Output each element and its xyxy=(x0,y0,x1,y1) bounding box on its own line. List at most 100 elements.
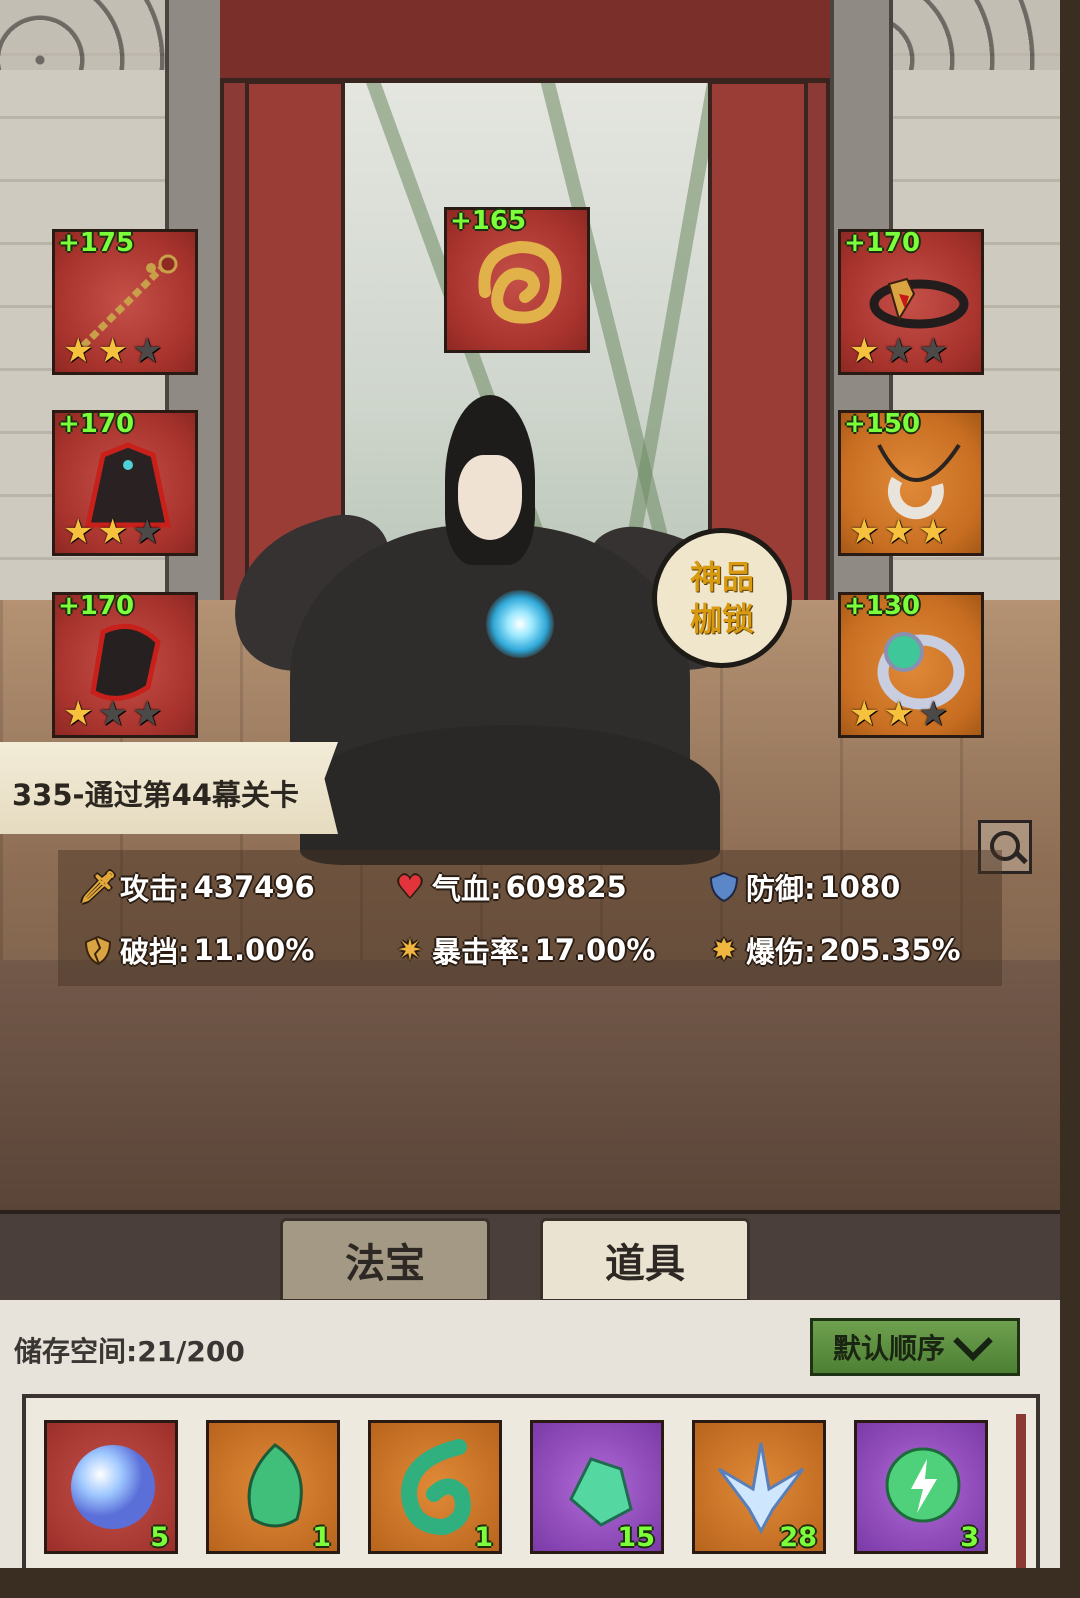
divine-lock-badge[interactable]: 神品 枷锁 xyxy=(652,528,792,668)
item-count: 28 xyxy=(779,1522,817,1553)
stat-defense: 防御: 1080 xyxy=(706,866,900,908)
equip-slot-armor[interactable]: +170 ★ ★ ★ xyxy=(52,409,198,556)
tab-items[interactable]: 道具 xyxy=(540,1218,750,1302)
star-filled-icon: ★ xyxy=(849,331,880,371)
star-filled-icon: ★ xyxy=(63,512,94,552)
equip-slot-necklace[interactable]: +150 ★ ★ ★ xyxy=(838,409,984,556)
star-filled-icon: ★ xyxy=(883,512,914,552)
inventory-item-jade-leaf[interactable]: 1 xyxy=(206,1420,340,1554)
star-rating: ★ ★ ★ xyxy=(849,513,948,551)
equip-bonus: +170 xyxy=(844,228,921,258)
golden-swirl-icon xyxy=(478,240,562,324)
item-count: 5 xyxy=(150,1522,169,1553)
green-crystal-icon xyxy=(569,1457,633,1527)
equip-slot-boots[interactable]: +170 ★ ★ ★ xyxy=(52,591,198,738)
equip-slot-weapon[interactable]: +175 ★ ★ ★ xyxy=(52,228,198,375)
equip-bonus: +170 xyxy=(58,591,135,621)
star-rating: ★ ★ ★ xyxy=(849,695,948,733)
item-count: 1 xyxy=(474,1522,493,1553)
star-rating: ★ ★ ★ xyxy=(63,695,162,733)
star-empty-icon: ★ xyxy=(883,331,914,371)
crossed-legs xyxy=(300,725,720,865)
stat-value: 1080 xyxy=(819,870,901,904)
jade-swirl-icon xyxy=(400,1439,471,1535)
storage-label: 储存空间: xyxy=(14,1335,138,1368)
star-empty-icon: ★ xyxy=(97,694,128,734)
equip-slot-artifact[interactable]: +165 xyxy=(444,206,590,353)
crystal-orb-icon xyxy=(71,1445,155,1529)
storage-capacity: 储存空间:21/200 xyxy=(14,1330,245,1370)
star-filled-icon: ★ xyxy=(849,512,880,552)
tab-bar xyxy=(0,1210,1060,1306)
item-count: 3 xyxy=(960,1522,979,1553)
chevron-down-icon xyxy=(953,1321,993,1362)
badge-line-1: 神品 xyxy=(689,558,754,596)
stat-crit-rate: ✷ 暴击率: 17.00% xyxy=(392,929,655,971)
star-filled-icon: ★ xyxy=(883,694,914,734)
jade-leaf-icon xyxy=(247,1443,303,1528)
stat-label: 爆伤: xyxy=(746,935,816,969)
star-filled-icon: ★ xyxy=(849,694,880,734)
spirit-orb-glow xyxy=(486,590,554,658)
inventory-item-crystal-orb[interactable]: 5 xyxy=(44,1420,178,1554)
star-rating: ★ ★ ★ xyxy=(63,513,162,551)
star-empty-icon: ★ xyxy=(131,694,163,734)
sword-icon: 🗡 xyxy=(78,869,118,905)
star-rating: ★ ★ ★ xyxy=(63,332,162,370)
stat-label: 气血: xyxy=(432,872,502,906)
crit-icon: ✷ xyxy=(397,932,423,968)
item-count: 15 xyxy=(617,1522,655,1553)
heart-icon: ♥ xyxy=(396,869,424,905)
stat-label: 破挡: xyxy=(120,935,190,969)
sort-order-button[interactable]: 默认顺序 xyxy=(810,1318,1020,1376)
stat-value: 609825 xyxy=(505,870,627,904)
stat-value: 11.00% xyxy=(193,933,315,967)
stat-value: 17.00% xyxy=(534,933,656,967)
equip-bonus: +165 xyxy=(450,206,527,236)
storage-value: 21/200 xyxy=(137,1335,245,1368)
stat-label: 攻击: xyxy=(120,872,190,906)
stat-pierce: 破挡: 11.00% xyxy=(80,929,314,971)
stat-label: 防御: xyxy=(746,872,816,906)
item-count: 1 xyxy=(312,1522,331,1553)
floor-shadow xyxy=(0,960,1060,1210)
shield-icon xyxy=(706,869,742,905)
inventory-item-jade-swirl[interactable]: 1 xyxy=(368,1420,502,1554)
crit-damage-icon: ✸ xyxy=(711,932,737,968)
thunder-orb-icon xyxy=(885,1447,961,1523)
tab-treasure[interactable]: 法宝 xyxy=(280,1218,490,1302)
stat-attack: 🗡 攻击: 437496 xyxy=(78,866,315,908)
stat-value: 205.35% xyxy=(819,933,961,967)
star-filled-icon: ★ xyxy=(97,331,128,371)
inventory-scrollbar[interactable] xyxy=(1016,1414,1026,1568)
star-filled-icon: ★ xyxy=(63,331,94,371)
sort-label: 默认顺序 xyxy=(833,1332,946,1365)
equip-bonus: +175 xyxy=(58,228,135,258)
star-empty-icon: ★ xyxy=(131,331,163,371)
star-empty-icon: ★ xyxy=(131,512,163,552)
star-rating: ★ ★ ★ xyxy=(849,332,948,370)
stat-label: 暴击率: xyxy=(432,935,531,969)
stat-hp: ♥ 气血: 609825 xyxy=(392,866,627,908)
equip-bonus: +170 xyxy=(58,409,135,439)
inventory-item-ice-crystal[interactable]: 28 xyxy=(692,1420,826,1554)
equip-slot-ring[interactable]: +130 ★ ★ ★ xyxy=(838,591,984,738)
equip-slot-headband[interactable]: +170 ★ ★ ★ xyxy=(838,228,984,375)
inventory-item-thunder-orb[interactable]: 3 xyxy=(854,1420,988,1554)
star-empty-icon: ★ xyxy=(917,694,949,734)
equip-bonus: +150 xyxy=(844,409,921,439)
star-empty-icon: ★ xyxy=(917,331,949,371)
face xyxy=(458,455,522,540)
star-filled-icon: ★ xyxy=(97,512,128,552)
badge-line-2: 枷锁 xyxy=(689,600,754,638)
inventory-item-green-crystal[interactable]: 15 xyxy=(530,1420,664,1554)
star-filled-icon: ★ xyxy=(63,694,94,734)
stat-crit-damage: ✸ 爆伤: 205.35% xyxy=(706,929,961,971)
broken-shield-icon xyxy=(80,932,116,968)
door-lintel xyxy=(220,0,830,83)
stat-value: 437496 xyxy=(193,870,315,904)
equip-bonus: +130 xyxy=(844,591,921,621)
stage-label: 335-通过第44幕关卡 xyxy=(12,778,299,812)
ice-crystal-icon xyxy=(717,1442,805,1535)
star-filled-icon: ★ xyxy=(917,512,949,552)
